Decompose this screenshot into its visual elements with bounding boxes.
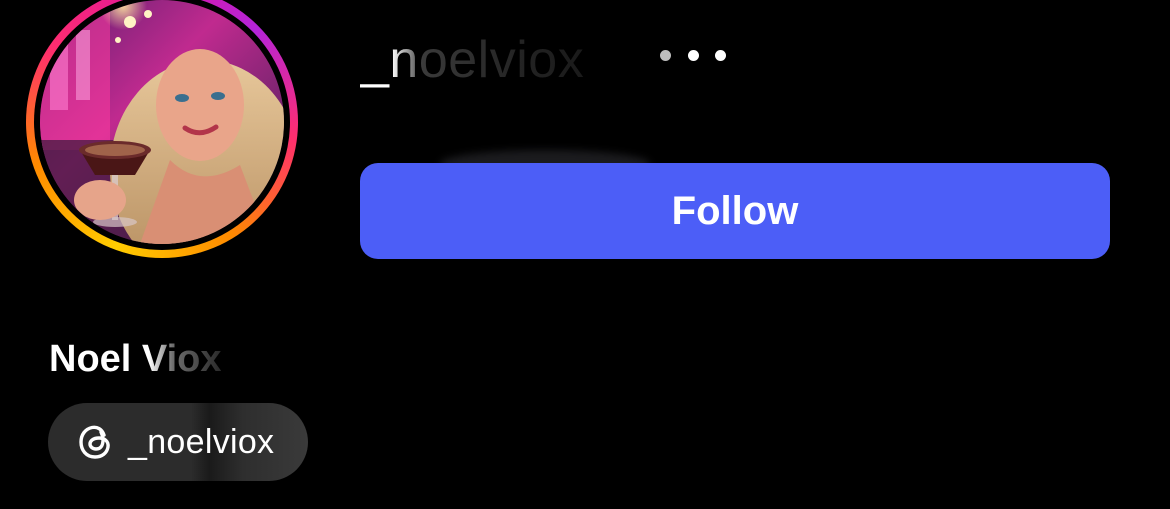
threads-badge[interactable]: _noelviox: [48, 403, 308, 481]
profile-username: _noelviox: [360, 31, 585, 89]
more-dot: [687, 49, 699, 61]
avatar[interactable]: [40, 0, 284, 244]
avatar-image: [40, 0, 284, 244]
threads-handle: _noelviox: [128, 422, 275, 461]
more-dot: [660, 49, 671, 61]
threads-icon: [74, 420, 118, 464]
follow-button[interactable]: Follow: [360, 163, 1110, 259]
more-dot: [715, 49, 726, 61]
profile-header: _noelviox Follow Noel Viox _noelviox: [0, 0, 1170, 509]
more-horizontal-icon[interactable]: [660, 44, 726, 66]
avatar-story-ring[interactable]: [26, 0, 298, 258]
profile-display-name: Noel Viox: [49, 338, 222, 380]
